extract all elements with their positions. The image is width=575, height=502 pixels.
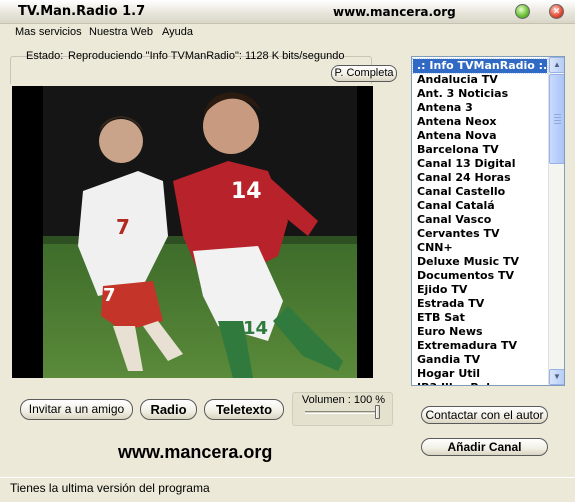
menu-bar: Mas servicios Nuestra Web Ayuda <box>0 24 575 42</box>
status-value: Reproduciendo "Info TVManRadio": 1128 K … <box>68 50 345 62</box>
channel-list-item[interactable]: Hogar Util <box>413 367 547 381</box>
channel-list-item[interactable]: Cervantes TV <box>413 227 547 241</box>
chevron-down-icon: ▼ <box>553 372 561 381</box>
grip-line <box>554 117 561 118</box>
grip-line <box>554 120 561 121</box>
channel-list-item[interactable]: Antena 3 <box>413 101 547 115</box>
close-button[interactable]: × <box>549 4 564 19</box>
jersey-number-back: 7 <box>116 215 130 239</box>
add-channel-button[interactable]: Añadir Canal <box>421 438 548 456</box>
channel-list-item[interactable]: Canal Catalá <box>413 199 547 213</box>
channel-list-item[interactable]: Andalucia TV <box>413 73 547 87</box>
scroll-thumb[interactable] <box>549 74 564 164</box>
video-player[interactable]: 7 7 14 14 <box>12 86 373 378</box>
grip-line <box>554 114 561 115</box>
site-url-text: www.mancera.org <box>118 442 273 462</box>
channel-list-item[interactable]: ETB Sat <box>413 311 547 325</box>
channel-list-item[interactable]: Antena Nova <box>413 129 547 143</box>
shorts-number-back: 7 <box>103 285 116 306</box>
video-frame: 7 7 14 14 <box>43 86 357 378</box>
channel-list-item[interactable]: IB3 Illes Balears <box>413 381 547 385</box>
channel-list-item[interactable]: Canal Castello <box>413 185 547 199</box>
volume-slider-thumb[interactable] <box>375 405 380 419</box>
channel-list-item[interactable]: .: Info TVManRadio :. <box>412 58 548 74</box>
channel-list-item[interactable]: Estrada TV <box>413 297 547 311</box>
channel-list-item[interactable]: Antena Neox <box>413 115 547 129</box>
channel-list-item[interactable]: Canal Vasco <box>413 213 547 227</box>
status-bar-divider <box>0 477 575 478</box>
channel-list-item[interactable]: Gandia TV <box>413 353 547 367</box>
channel-list-item[interactable]: Extremadura TV <box>413 339 547 353</box>
channel-scrollbar[interactable]: ▲ ▼ <box>548 57 564 385</box>
invite-friend-button[interactable]: Invitar a un amigo <box>20 399 133 420</box>
maximize-button[interactable] <box>515 4 530 19</box>
close-icon: × <box>553 6 560 17</box>
channel-list-item[interactable]: Documentos TV <box>413 269 547 283</box>
scroll-down-button[interactable]: ▼ <box>549 369 564 385</box>
channel-list-item[interactable]: Barcelona TV <box>413 143 547 157</box>
channel-list-item[interactable]: Ejido TV <box>413 283 547 297</box>
menu-nuestra-web[interactable]: Nuestra Web <box>89 26 153 38</box>
volume-group: Volumen : 100 % <box>292 392 393 426</box>
channel-list[interactable]: .: Info TVManRadio :. Andalucia TV Ant. 3 … <box>411 56 565 386</box>
contact-author-button[interactable]: Contactar con el autor <box>421 406 548 424</box>
jersey-number-front: 14 <box>231 179 262 204</box>
scroll-up-button[interactable]: ▲ <box>549 57 564 73</box>
radio-button[interactable]: Radio <box>140 399 197 420</box>
channel-list-item[interactable]: Euro News <box>413 325 547 339</box>
status-bar-text: Tienes la ultima versión del programa <box>10 481 210 495</box>
channel-list-item[interactable]: Deluxe Music TV <box>413 255 547 269</box>
teletext-button[interactable]: Teletexto <box>204 399 284 420</box>
grip-line <box>554 123 561 124</box>
shorts-number-front: 14 <box>243 318 268 339</box>
fullscreen-button[interactable]: P. Completa <box>331 65 397 82</box>
channel-list-item[interactable]: Ant. 3 Noticias <box>413 87 547 101</box>
menu-ayuda[interactable]: Ayuda <box>162 26 193 38</box>
volume-slider-track[interactable] <box>305 411 379 414</box>
chevron-up-icon: ▲ <box>553 60 561 69</box>
channel-list-item[interactable]: CNN+ <box>413 241 547 255</box>
channel-list-item[interactable]: Canal 24 Horas <box>413 171 547 185</box>
title-url: www.mancera.org <box>333 5 456 19</box>
status-label: Estado: <box>26 50 64 62</box>
channel-list-item[interactable]: Canal 13 Digital <box>413 157 547 171</box>
app-title: TV.Man.Radio 1.7 <box>18 4 146 19</box>
menu-mas-servicios[interactable]: Mas servicios <box>15 26 82 38</box>
title-bar[interactable]: TV.Man.Radio 1.7 www.mancera.org × <box>0 0 575 24</box>
